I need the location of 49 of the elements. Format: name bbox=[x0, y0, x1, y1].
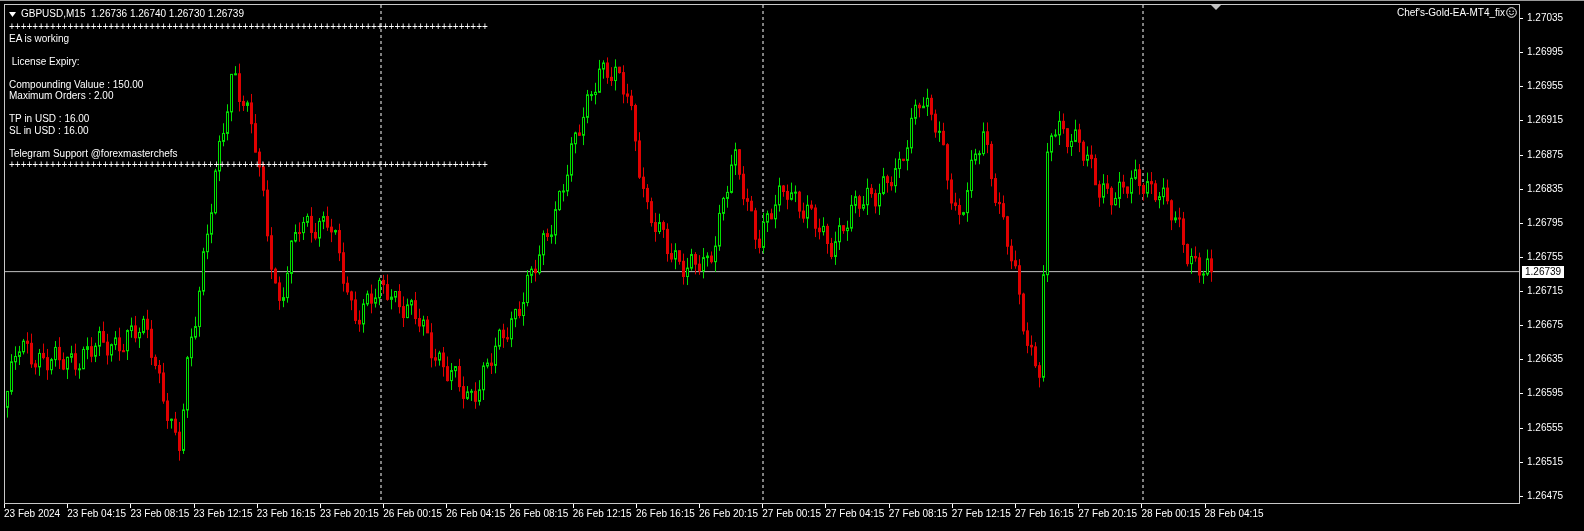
price-label: 1.26875 bbox=[1527, 148, 1564, 160]
time-label: 28 Feb 04:15 bbox=[1204, 508, 1265, 520]
time-label: 23 Feb 16:15 bbox=[256, 508, 317, 520]
time-label: 26 Feb 16:15 bbox=[635, 508, 696, 520]
time-label: 26 Feb 20:15 bbox=[699, 508, 759, 520]
time-label: 23 Feb 12:15 bbox=[193, 508, 254, 520]
price-label: 1.26715 bbox=[1527, 285, 1564, 297]
info-text: License Expiry: bbox=[10, 55, 81, 67]
symbol-info: GBPUSD,M15 1.26736 1.26740 1.26730 1.26739 bbox=[21, 8, 244, 20]
time-label: 23 Feb 04:15 bbox=[67, 508, 128, 520]
time-label: 28 Feb 00:15 bbox=[1141, 508, 1202, 520]
price-label: 1.26515 bbox=[1527, 455, 1564, 468]
shift-marker-icon[interactable] bbox=[1211, 5, 1221, 10]
info-text: Telegram Support @forexmasterchefs bbox=[9, 147, 179, 159]
time-label: 26 Feb 12:15 bbox=[572, 508, 633, 520]
time-label: 27 Feb 00:15 bbox=[762, 508, 823, 520]
price-label: 1.26635 bbox=[1527, 353, 1564, 365]
current-price-label: 1.26739 bbox=[1522, 265, 1565, 278]
info-text: SL in USD : 16.00 bbox=[9, 124, 90, 136]
smiley-icon[interactable] bbox=[1506, 7, 1517, 19]
separator-line: ++++++++++++++++++++++++++++++++++++++++++++++++++++++++++++++++++++++++++++++++++ bbox=[9, 21, 488, 33]
price-label: 1.26675 bbox=[1527, 319, 1564, 331]
price-label: 1.26915 bbox=[1527, 114, 1564, 126]
price-label: 1.26475 bbox=[1527, 489, 1564, 502]
price-label: 1.26955 bbox=[1527, 80, 1564, 92]
price-label: 1.26555 bbox=[1527, 421, 1564, 433]
time-label: 23 Feb 20:15 bbox=[319, 508, 380, 520]
info-text: TP in USD : 16.00 bbox=[9, 113, 91, 125]
caret-icon[interactable] bbox=[9, 11, 16, 17]
expert-name: Chef's-Gold-EA-MT4_fix bbox=[1396, 7, 1505, 19]
price-label: 1.27035 bbox=[1527, 12, 1564, 24]
price-label: 1.26595 bbox=[1527, 387, 1564, 399]
time-label: 27 Feb 12:15 bbox=[951, 508, 1012, 520]
time-label: 27 Feb 20:15 bbox=[1078, 508, 1139, 520]
time-label: 27 Feb 16:15 bbox=[1015, 508, 1075, 520]
info-text: Compounding Valuue : 150.00 bbox=[9, 78, 145, 90]
price-label: 1.26995 bbox=[1527, 46, 1564, 58]
price-label: 1.26795 bbox=[1527, 216, 1564, 229]
price-label: 1.26835 bbox=[1527, 182, 1564, 195]
info-text: EA is working bbox=[9, 32, 71, 44]
time-label: 26 Feb 08:15 bbox=[509, 508, 570, 520]
time-label: 23 Feb 08:15 bbox=[130, 508, 191, 520]
time-label: 27 Feb 04:15 bbox=[825, 508, 886, 520]
time-label: 23 Feb 2024 bbox=[4, 508, 62, 520]
info-text: Maximum Orders : 2.00 bbox=[9, 90, 115, 102]
time-label: 26 Feb 00:15 bbox=[383, 508, 444, 520]
time-label: 27 Feb 08:15 bbox=[888, 508, 949, 520]
price-label: 1.26755 bbox=[1527, 250, 1564, 263]
time-label: 26 Feb 04:15 bbox=[446, 508, 507, 520]
